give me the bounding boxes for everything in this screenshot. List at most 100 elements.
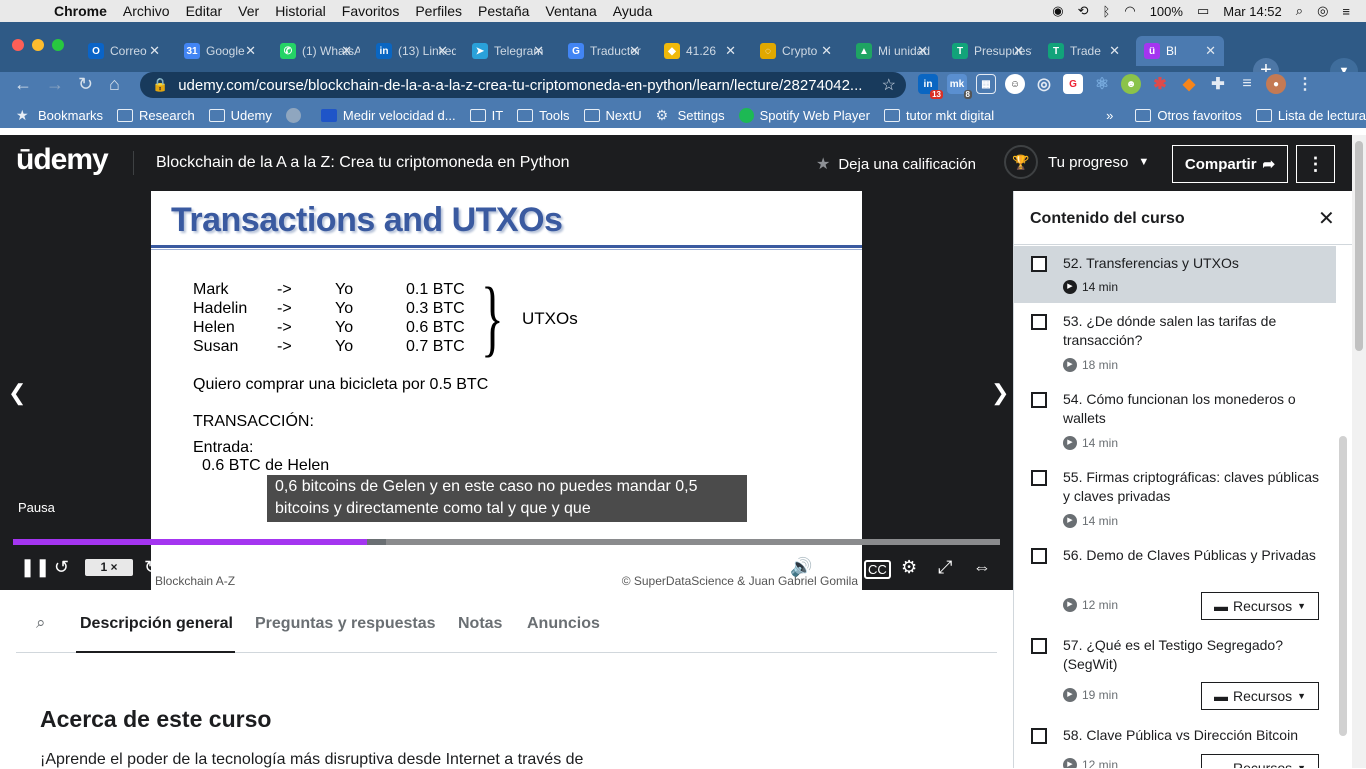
back-icon[interactable]: ←	[14, 74, 32, 95]
browser-tab[interactable]: G Traductor ✕	[560, 36, 648, 66]
linkedin-extension-icon[interactable]: in 13	[918, 74, 943, 99]
rewind-icon[interactable]: ↺	[54, 557, 69, 578]
close-tab-icon[interactable]: ✕	[821, 43, 832, 59]
rate-course-button[interactable]: ★ Deja una calificación	[816, 154, 976, 174]
face-extension-icon[interactable]: ☺	[1005, 74, 1025, 94]
mic-icon[interactable]: ◉	[1052, 3, 1063, 19]
lecture-item[interactable]: 52. Transferencias y UTXOs ▶ 14 min	[1014, 246, 1336, 303]
video-player[interactable]: Transactions and UTXOs Mark -> Yo 0.1 BTC H…	[0, 191, 1013, 590]
video-progress-bar[interactable]	[13, 539, 1000, 545]
close-tab-icon[interactable]: ✕	[149, 43, 160, 59]
lecture-item[interactable]: 54. Cómo funcionan los monederos o walle…	[1014, 381, 1336, 459]
forward-icon[interactable]: ↻	[144, 557, 159, 578]
puzzle-extensions-icon[interactable]: ✚	[1208, 74, 1228, 94]
lecture-item[interactable]: 57. ¿Qué es el Testigo Segregado? (SegWi…	[1014, 627, 1336, 717]
bookmark-nextu[interactable]: NextU	[583, 108, 642, 123]
battery-percent[interactable]: 100%	[1150, 4, 1183, 19]
grid-extension-icon[interactable]: ▦	[976, 74, 996, 94]
bookmark-udemy[interactable]: Udemy	[208, 108, 272, 123]
browser-tab[interactable]: ▲ Mi unidad ✕	[848, 36, 936, 66]
browser-tab[interactable]: T Trade ✕	[1040, 36, 1128, 66]
volume-icon[interactable]: 🔊	[790, 557, 812, 578]
udemy-logo[interactable]: ūdemy	[16, 143, 109, 177]
browser-tab[interactable]: ü Bl ✕	[1136, 36, 1224, 66]
browser-tab[interactable]: ✆(1) WhatsApp✕	[272, 36, 360, 66]
close-tab-icon[interactable]: ✕	[1205, 43, 1216, 59]
wifi-icon[interactable]: ◠	[1124, 3, 1135, 19]
battery-icon[interactable]: ▭	[1197, 3, 1209, 19]
resources-dropdown[interactable]: ▬ Recursos ▼	[1201, 754, 1319, 768]
bookmark-research[interactable]: Research	[117, 108, 195, 123]
control-center-icon[interactable]: ≡	[1342, 4, 1350, 19]
completed-checkbox[interactable]	[1031, 392, 1047, 408]
playback-speed-button[interactable]: 1 ×	[85, 559, 133, 576]
bookmark-globe[interactable]	[285, 107, 307, 123]
close-tab-icon[interactable]: ✕	[629, 43, 640, 59]
menu-pestana[interactable]: Pestaña	[478, 3, 529, 19]
profile-avatar-icon[interactable]: ●	[1266, 74, 1286, 94]
bookmark-settings[interactable]: ⚙ Settings	[656, 108, 725, 123]
bookmark-it[interactable]: IT	[469, 108, 503, 123]
minimize-window-button[interactable]	[32, 39, 44, 51]
bookmark-otros[interactable]: Otros favoritos	[1135, 108, 1242, 123]
mk-extension-icon[interactable]: mk 8	[947, 74, 972, 99]
circle-extension-icon[interactable]: ◎	[1034, 74, 1054, 94]
siri-icon[interactable]: ◎	[1317, 3, 1328, 19]
completed-checkbox[interactable]	[1031, 548, 1047, 564]
previous-lecture-icon[interactable]: ❮	[8, 380, 26, 406]
browser-tab[interactable]: ◌ Crypto ✕	[752, 36, 840, 66]
close-tab-icon[interactable]: ✕	[533, 43, 544, 59]
address-bar[interactable]: 🔒 udemy.com/course/blockchain-de-la-a-a-…	[140, 72, 906, 98]
resources-dropdown[interactable]: ▬ Recursos ▼	[1201, 592, 1319, 620]
menu-ver[interactable]: Ver	[238, 3, 259, 19]
lock-icon[interactable]: 🔒	[152, 77, 168, 93]
react-extension-icon[interactable]: ⚛	[1092, 74, 1112, 94]
home-icon[interactable]: ⌂	[109, 74, 120, 95]
completed-checkbox[interactable]	[1031, 728, 1047, 744]
share-button[interactable]: Compartir ➦	[1172, 145, 1288, 183]
tab-preguntas[interactable]: Preguntas y respuestas	[255, 615, 436, 633]
close-window-button[interactable]	[12, 39, 24, 51]
bookmark-tools[interactable]: Tools	[517, 108, 570, 123]
bookmark-speedtest[interactable]: Medir velocidad d...	[320, 108, 456, 123]
spotlight-icon[interactable]: ⌕	[1296, 3, 1303, 19]
close-tab-icon[interactable]: ✕	[1013, 43, 1024, 59]
close-tab-icon[interactable]: ✕	[437, 43, 448, 59]
close-tab-icon[interactable]: ✕	[245, 43, 256, 59]
resources-dropdown[interactable]: ▬ Recursos ▼	[1201, 682, 1319, 710]
pause-icon[interactable]: ❚❚	[20, 557, 50, 578]
tab-descripcion[interactable]: Descripción general	[80, 615, 233, 633]
bug-extension-icon[interactable]: ✱	[1150, 74, 1170, 94]
bluetooth-icon[interactable]: ᛒ	[1103, 4, 1111, 19]
bookmark-reading-list[interactable]: Lista de lectura	[1255, 108, 1366, 123]
menu-favoritos[interactable]: Favoritos	[342, 3, 400, 19]
lecture-item[interactable]: 56. Demo de Claves Públicas y Privadas ▶…	[1014, 537, 1336, 627]
browser-tab[interactable]: ➤ Telegram ✕	[464, 36, 552, 66]
more-options-icon[interactable]: ⋮	[1296, 145, 1335, 183]
clock[interactable]: Mar 14:52	[1223, 4, 1282, 19]
bookmarks-overflow-icon[interactable]: »	[1106, 108, 1113, 123]
page-scrollbar[interactable]	[1352, 135, 1366, 768]
lecture-item[interactable]: 55. Firmas criptográficas: claves públic…	[1014, 459, 1336, 537]
close-tab-icon[interactable]: ✕	[917, 43, 928, 59]
menu-historial[interactable]: Historial	[275, 3, 326, 19]
close-tab-icon[interactable]: ✕	[1109, 43, 1120, 59]
chrome-menu-icon[interactable]: ⋮	[1295, 74, 1315, 94]
google-ext-icon[interactable]: G	[1063, 74, 1083, 94]
browser-tab[interactable]: TPresupuesto✕	[944, 36, 1032, 66]
bookmark-spotify[interactable]: Spotify Web Player	[738, 107, 870, 123]
course-title[interactable]: Blockchain de la A a la Z: Crea tu cript…	[156, 154, 570, 172]
settings-gear-icon[interactable]: ⚙	[901, 557, 917, 578]
lecture-item[interactable]: 53. ¿De dónde salen las tarifas de trans…	[1014, 303, 1336, 381]
reload-icon[interactable]: ↻	[78, 74, 93, 95]
tab-anuncios[interactable]: Anuncios	[527, 615, 600, 633]
browser-tab[interactable]: 31 Google ✕	[176, 36, 264, 66]
close-tab-icon[interactable]: ✕	[725, 43, 736, 59]
tab-notas[interactable]: Notas	[458, 615, 502, 633]
menu-ayuda[interactable]: Ayuda	[613, 3, 652, 19]
fullscreen-icon[interactable]: ⤢	[938, 557, 952, 578]
browser-tab[interactable]: in(13) LinkedIn✕	[368, 36, 456, 66]
url-text[interactable]: udemy.com/course/blockchain-de-la-a-a-la…	[178, 77, 862, 94]
captions-icon[interactable]: CC	[864, 560, 891, 579]
menu-perfiles[interactable]: Perfiles	[415, 3, 462, 19]
